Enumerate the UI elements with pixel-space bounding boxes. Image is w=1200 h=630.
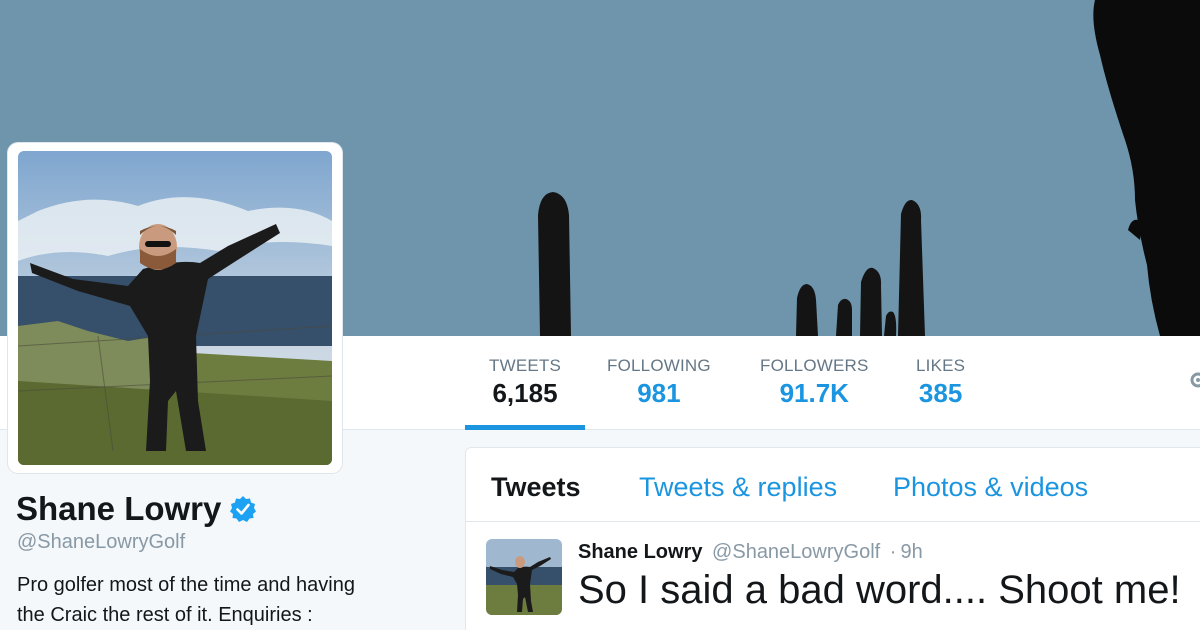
stat-tweets-label: TWEETS [489,356,562,375]
tweet-header: Shane Lowry @ShaneLowryGolf · 9h [578,541,923,564]
stat-followers-value: 91.7K [779,378,849,408]
tweet-avatar-photo [486,539,562,615]
stat-followers-label: FOLLOWERS [760,356,869,375]
stat-following-value: 981 [637,378,681,408]
tweet-author-name[interactable]: Shane Lowry [578,541,702,563]
profile-avatar[interactable] [8,143,342,473]
tab-tweets-replies[interactable]: Tweets & replies [639,472,837,503]
bio-line-1: Pro golfer most of the time and having [17,574,355,596]
stat-tweets[interactable]: TWEETS 6,185 [489,356,561,409]
tweet-text: So I said a bad word.... Shoot me! [578,568,1181,612]
stat-likes[interactable]: LIKES 385 [916,356,965,409]
profile-name-row: Shane Lowry [16,490,257,528]
stat-likes-value: 385 [918,378,963,408]
active-stat-indicator [465,425,585,430]
tweet-author-handle[interactable]: @ShaneLowryGolf [712,541,880,563]
stat-following[interactable]: FOLLOWING 981 [607,356,711,409]
stat-likes-label: LIKES [916,356,966,375]
tweet-item[interactable]: Shane Lowry @ShaneLowryGolf · 9h So I sai… [466,523,1200,630]
profile-name[interactable]: Shane Lowry [16,490,221,528]
stat-following-label: FOLLOWING [607,356,711,375]
tweet-separator: · [889,541,897,563]
gear-icon[interactable] [1188,370,1200,390]
timeline-panel: Tweets Tweets & replies Photos & videos … [465,447,1200,630]
stat-followers[interactable]: FOLLOWERS 91.7K [760,356,869,409]
tweet-avatar[interactable] [486,539,562,615]
stat-tweets-value: 6,185 [492,378,558,408]
timeline-tabs: Tweets Tweets & replies Photos & videos [466,448,1200,522]
verified-badge-icon [230,496,257,522]
profile-bio: Pro golfer most of the time and having t… [17,570,417,630]
tab-tweets[interactable]: Tweets [491,472,581,503]
profile-handle[interactable]: @ShaneLowryGolf [17,531,185,554]
bio-line-2: the Craic the rest of it. Enquiries : [17,604,313,626]
tab-photos-videos[interactable]: Photos & videos [893,472,1088,503]
tweet-timestamp[interactable]: 9h [900,541,922,563]
avatar-photo [18,151,332,465]
